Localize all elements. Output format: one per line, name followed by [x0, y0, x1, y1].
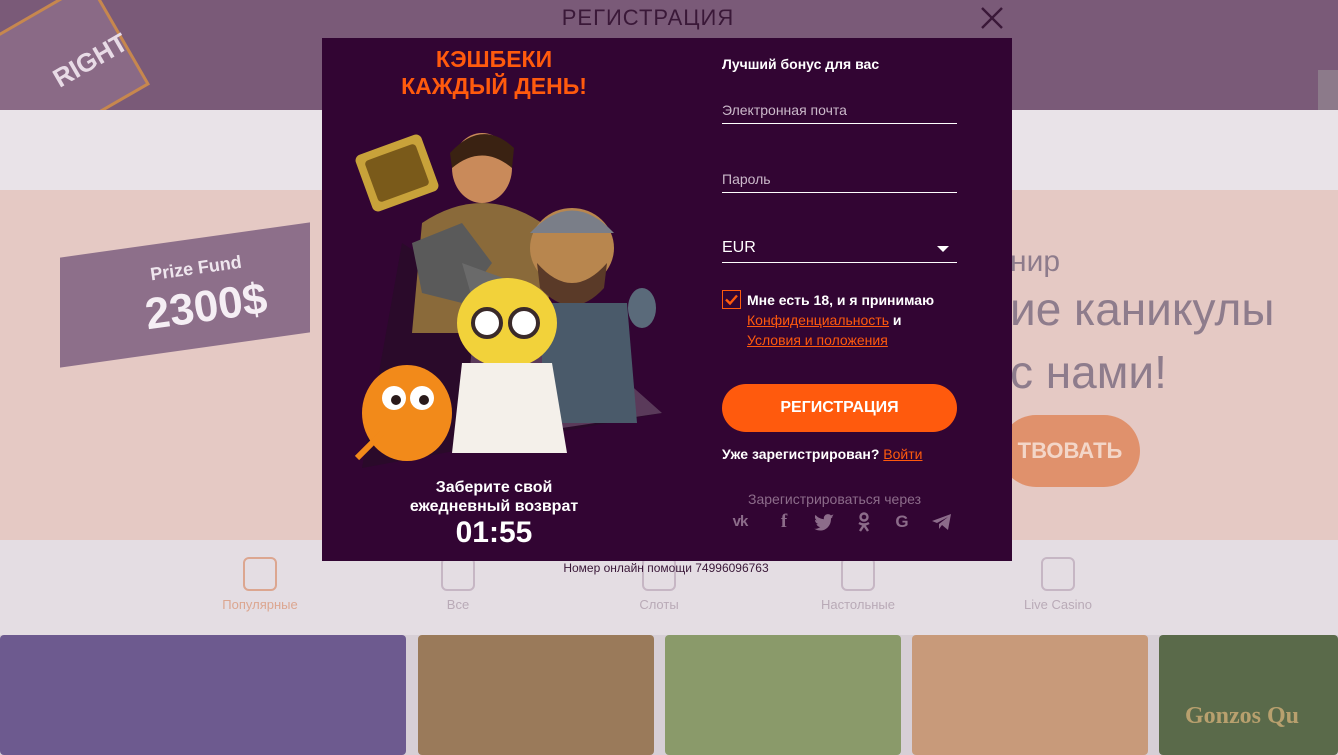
timer-caption: Заберите свой ежедневный возврат [322, 478, 666, 516]
bg-category-label: Популярные [222, 597, 298, 612]
promo-headline: КЭШБЕКИ КАЖДЫЙ ДЕНЬ! [322, 46, 666, 100]
slot-characters-illustration [354, 133, 662, 468]
bg-promo-button: ТВОВАТЬ [1000, 415, 1140, 487]
bg-category-label: Live Casino [1024, 597, 1092, 612]
bg-promo-title-2: с нами! [1010, 346, 1167, 398]
telegram-icon[interactable] [930, 510, 954, 534]
age-terms-text: Мне есть 18, и я принимаю Конфиденциальн… [747, 290, 962, 350]
checkmark-icon [725, 294, 738, 306]
facebook-icon[interactable]: f [772, 510, 796, 534]
chevron-down-icon [937, 246, 949, 252]
bg-promo-subtitle: нир [1010, 245, 1061, 278]
and-text: и [892, 312, 902, 328]
bg-game-title: Gonzos Qu [1185, 703, 1300, 729]
privacy-link[interactable]: Конфиденциальность [747, 312, 889, 328]
odnoklassniki-icon[interactable] [852, 510, 876, 534]
close-icon [981, 7, 1003, 29]
bg-game-tile [418, 635, 654, 755]
bg-category-label: Настольные [821, 597, 895, 612]
close-button[interactable] [979, 5, 1005, 31]
registration-modal: КЭШБЕКИ КАЖДЫЙ ДЕНЬ! Заберите свой ежедн… [322, 38, 1012, 561]
already-registered-text: Уже зарегистрирован? [722, 446, 880, 462]
terms-link[interactable]: Условия и положения [747, 332, 888, 348]
bonus-label: Лучший бонус для вас [722, 56, 880, 72]
timer-caption-line2: ежедневный возврат [409, 498, 579, 515]
social-register-label: Зарегистрироваться через [748, 491, 922, 507]
bg-game-tile [0, 635, 406, 755]
social-buttons: vk f G [728, 510, 960, 534]
support-phone-text: Номер онлайн помощи 74996096763 [563, 561, 769, 575]
modal-title: РЕГИСТРАЦИЯ [561, 5, 735, 30]
currency-value: EUR [722, 239, 756, 256]
password-field[interactable] [722, 165, 957, 193]
promo-headline-line2: КАЖДЫЙ ДЕНЬ! [401, 73, 587, 99]
bg-game-tile [912, 635, 1148, 755]
register-button[interactable]: РЕГИСТРАЦИЯ [722, 384, 957, 432]
vk-icon[interactable]: vk [728, 510, 752, 534]
promo-headline-line1: КЭШБЕКИ [435, 46, 553, 72]
login-link[interactable]: Войти [883, 446, 922, 462]
login-prompt: Уже зарегистрирован? Войти [722, 446, 922, 462]
age-terms-checkbox[interactable] [722, 290, 741, 309]
email-field[interactable] [722, 96, 957, 124]
bg-game-tile [1159, 635, 1338, 755]
bg-category-label: Все [446, 597, 470, 612]
bg-game-tile [665, 635, 901, 755]
bg-category-label: Слоты [639, 597, 679, 612]
bg-promo-title-1: ие каникулы [1010, 283, 1275, 335]
currency-select[interactable]: EUR [722, 233, 957, 263]
agree-text: Мне есть 18, и я принимаю [747, 292, 935, 308]
timer-caption-line1: Заберите свой [435, 479, 553, 496]
google-icon[interactable]: G [890, 510, 914, 534]
twitter-icon[interactable] [812, 510, 836, 534]
countdown-timer: 01:55 [455, 516, 533, 549]
